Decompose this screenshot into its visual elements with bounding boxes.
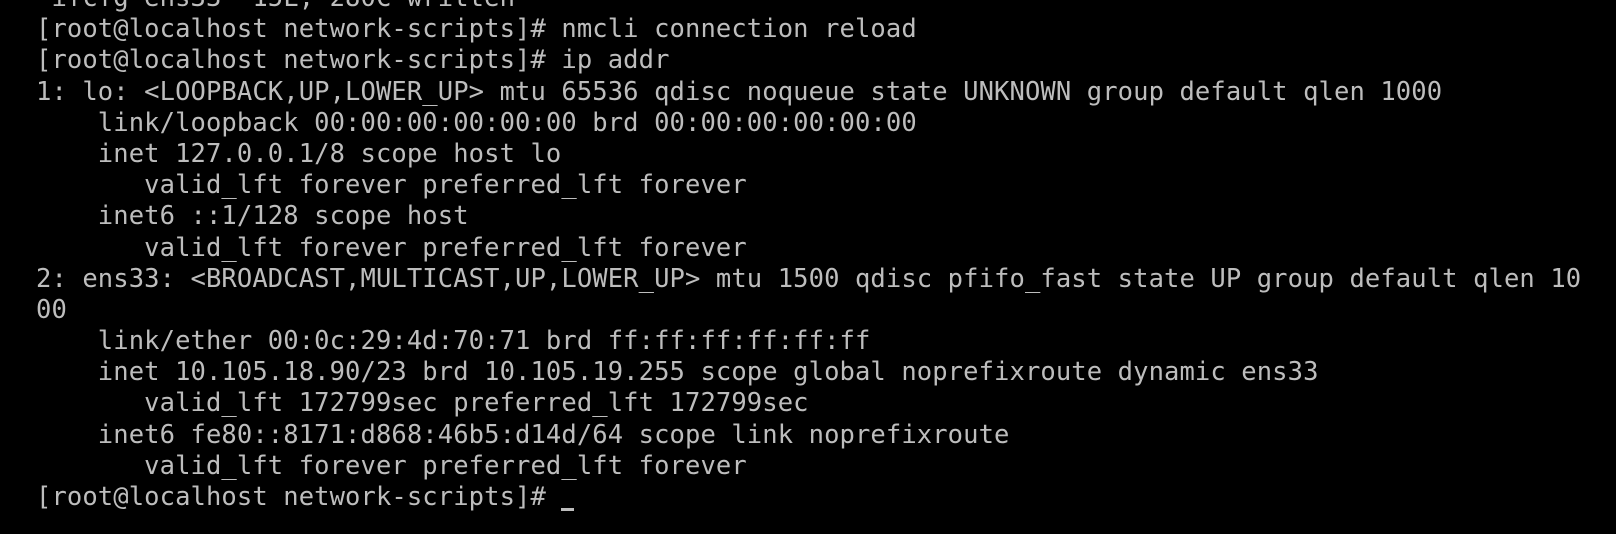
terminal-line-ens33-interface: 2: ens33: <BROADCAST,MULTICAST,UP,LOWER_… [36,263,1582,294]
terminal-line-ip-addr-command: [root@localhost network-scripts]# ip add… [36,45,670,76]
terminal-line-lo-interface: 1: lo: <LOOPBACK,UP,LOWER_UP> mtu 65536 … [36,76,1443,107]
terminal-line-ens33-inet-lifetime: valid_lft 172799sec preferred_lft 172799… [36,388,809,419]
terminal-line-lo-inet: inet 127.0.0.1/8 scope host lo [36,138,562,169]
terminal-prompt: [root@localhost network-scripts]# [36,482,562,512]
terminal-line-ens33-link: link/ether 00:0c:29:4d:70:71 brd ff:ff:f… [36,326,871,357]
terminal-line-nmcli-command: [root@localhost network-scripts]# nmcli … [36,14,917,45]
terminal-line-lo-inet6: inet6 ::1/128 scope host [36,201,469,232]
terminal-line-ens33-inet6-lifetime: valid_lft forever preferred_lft forever [36,450,747,481]
terminal-output: "ifcfg-ens33" 15L, 280C written [root@lo… [36,0,1581,513]
terminal-line-ens33-inet6: inet6 fe80::8171:d868:46b5:d14d/64 scope… [36,419,1010,450]
terminal-line-save-message: "ifcfg-ens33" 15L, 280C written [36,0,1581,14]
terminal-line-lo-link: link/loopback 00:00:00:00:00:00 brd 00:0… [36,107,917,138]
terminal-line-lo-inet6-lifetime: valid_lft forever preferred_lft forever [36,232,747,263]
terminal-line-lo-inet-lifetime: valid_lft forever preferred_lft forever [36,170,747,201]
terminal-line-ens33-interface-wrap: 00 [36,294,67,325]
terminal-cursor [561,508,575,511]
terminal-prompt-line[interactable]: [root@localhost network-scripts]# [36,482,1581,513]
terminal-line-ens33-inet: inet 10.105.18.90/23 brd 10.105.19.255 s… [36,357,1319,388]
terminal-console[interactable]: "ifcfg-ens33" 15L, 280C written [root@lo… [0,0,1616,534]
